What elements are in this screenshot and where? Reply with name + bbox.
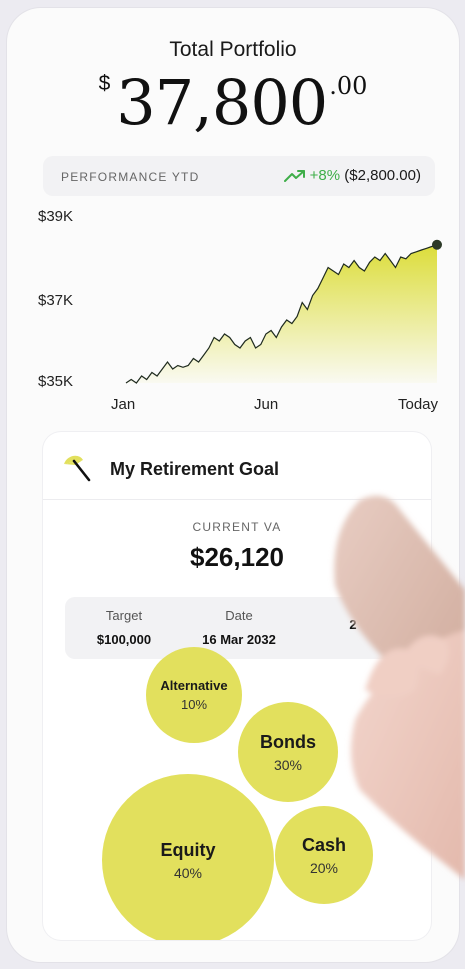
bubble-label: Cash xyxy=(301,834,346,855)
stat-label: Date xyxy=(225,608,253,623)
y-tick-label: $35K xyxy=(38,373,74,390)
bubble-bonds[interactable]: Bonds 30% xyxy=(238,702,338,802)
y-tick-label: $39K xyxy=(38,208,74,225)
chart-end-point[interactable] xyxy=(432,239,442,250)
stat-date: Date 16 Mar 2032 xyxy=(184,608,294,647)
bubble-percent: 10% xyxy=(180,697,208,712)
x-tick-label: Today xyxy=(398,396,439,413)
goal-title: My Retirement Goal xyxy=(110,459,280,479)
bubble-alternative[interactable]: Alternative 10% xyxy=(146,647,242,743)
bubble-label: Alternative xyxy=(160,678,228,693)
bubble-percent: 20% xyxy=(309,859,339,876)
stat-value: 16 Mar 2032 xyxy=(202,632,276,647)
current-value-label: CURRENT VA xyxy=(192,520,282,534)
x-tick-label: Jan xyxy=(111,396,136,413)
stat-target: Target $100,000 xyxy=(69,608,179,647)
stat-value: $100,000 xyxy=(96,632,152,647)
bubble-cash[interactable]: Cash 20% xyxy=(275,806,373,904)
goal-stats: Target $100,000 Date 16 Mar 2032 2 xyxy=(65,597,415,659)
current-value: $26,120 xyxy=(190,542,284,572)
bubble-label: Equity xyxy=(160,839,216,860)
retirement-goal-card[interactable]: My Retirement Goal CURRENT VA $26,120 Ta… xyxy=(43,432,431,940)
umbrella-icon xyxy=(61,452,93,489)
stat-third: 2 xyxy=(298,608,408,632)
chart-area-fill xyxy=(126,244,437,383)
bubble-percent: 30% xyxy=(273,756,303,773)
card-header: My Retirement Goal xyxy=(43,432,431,500)
bubble-percent: 40% xyxy=(173,864,203,881)
x-tick-label: Jun xyxy=(254,396,279,413)
stat-value: 2 xyxy=(349,617,357,632)
bubble-label: Bonds xyxy=(260,731,316,752)
stat-label: Target xyxy=(105,608,143,623)
y-tick-label: $37K xyxy=(38,292,74,309)
bubble-equity[interactable]: Equity 40% xyxy=(102,774,274,940)
